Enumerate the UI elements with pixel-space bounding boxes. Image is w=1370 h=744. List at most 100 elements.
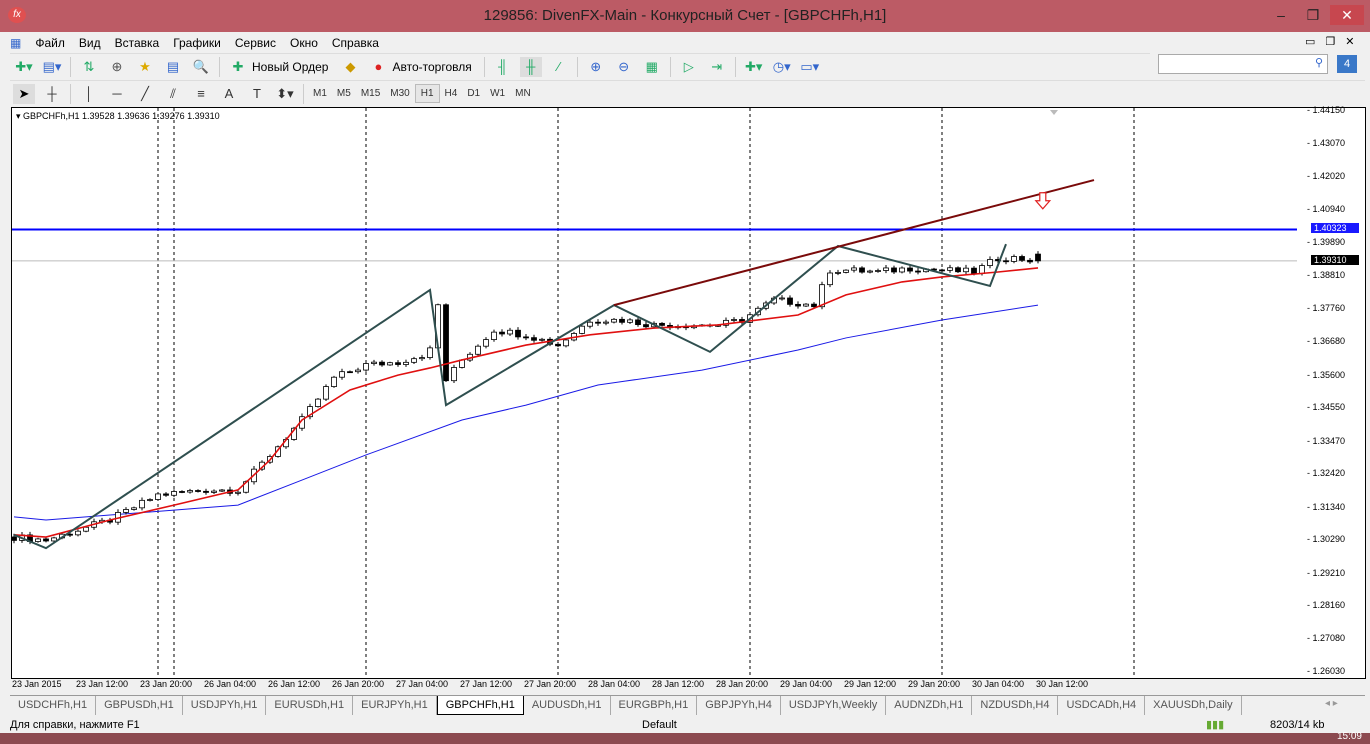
candle-body: [331, 376, 337, 387]
collapse-icon[interactable]: ▾: [16, 111, 23, 121]
candle-body: [523, 336, 529, 339]
candle-body: [419, 357, 425, 360]
chart-shift-marker-icon: [1050, 110, 1058, 115]
chart-tab[interactable]: GBPUSDh,H1: [96, 696, 183, 715]
chart-tab[interactable]: AUDNZDh,H1: [886, 696, 973, 715]
tab-scroll-arrows[interactable]: ◂ ▸: [1325, 698, 1338, 709]
candle-body: [323, 386, 329, 400]
chart-tab[interactable]: USDCADh,H4: [1058, 696, 1146, 715]
candle-body: [595, 321, 601, 324]
candle-body: [395, 362, 401, 365]
candle-body: [811, 303, 817, 308]
candle-body: [979, 265, 985, 274]
time-tick-label: 27 Jan 20:00: [524, 679, 577, 689]
candle-body: [539, 338, 545, 341]
candle-body: [891, 267, 897, 273]
time-tick-label: 28 Jan 20:00: [716, 679, 769, 689]
candle-body: [963, 267, 969, 273]
price-tick-label: - 1.34550: [1307, 402, 1346, 413]
candle-body: [787, 297, 793, 305]
price-tick-label: - 1.42020: [1307, 170, 1346, 181]
candle-body: [563, 339, 569, 347]
chart-tab[interactable]: USDJPYh,H1: [183, 696, 267, 715]
candle-body: [179, 491, 185, 493]
candle-body: [83, 526, 89, 532]
time-tick-label: 27 Jan 12:00: [460, 679, 513, 689]
price-tick-label: - 1.36680: [1307, 336, 1346, 347]
chart-tab[interactable]: USDJPYh,Weekly: [781, 696, 887, 715]
candle-body: [139, 499, 145, 509]
chart-tab[interactable]: EURGBPh,H1: [611, 696, 698, 715]
price-tick-label: - 1.33470: [1307, 435, 1346, 446]
candle-body: [915, 270, 921, 273]
candle-body: [619, 318, 625, 323]
taskbar: 15:09: [0, 731, 1370, 744]
price-tick-label: - 1.38810: [1307, 270, 1346, 281]
candle-body: [1035, 253, 1041, 262]
time-tick-label: 26 Jan 12:00: [268, 679, 321, 689]
price-tick-label: - 1.35600: [1307, 369, 1346, 380]
hline-price-label: 1.40323: [1311, 223, 1359, 234]
status-bar: Для справки, нажмите F1 Default ▮▮▮ 8203…: [10, 717, 1365, 733]
time-axis[interactable]: 23 Jan 2015 23 Jan 12:00 23 Jan 20:00 26 Ja…: [11, 679, 1301, 693]
candle-body: [859, 267, 865, 273]
price-tick-label: - 1.26030: [1307, 665, 1346, 676]
candle-body: [507, 329, 513, 335]
candle-body: [43, 538, 49, 542]
candle-body: [11, 536, 17, 541]
price-tick-label: - 1.40940: [1307, 204, 1346, 215]
ma-fast-line: [13, 267, 1039, 538]
candle-body: [363, 363, 369, 371]
time-tick-label: 23 Jan 12:00: [76, 679, 129, 689]
chart-tab[interactable]: EURJPYh,H1: [353, 696, 437, 715]
candle-body: [499, 331, 505, 335]
chart-tab[interactable]: XAUUSDh,Daily: [1145, 696, 1242, 715]
candle-body: [1019, 256, 1025, 261]
candle-body: [635, 319, 641, 326]
status-help: Для справки, нажмите F1: [10, 719, 140, 731]
clock: 15:09: [1336, 731, 1362, 742]
candle-body: [947, 267, 953, 271]
candle-body: [1027, 259, 1033, 263]
candle-body: [851, 267, 857, 271]
candle-body: [939, 269, 945, 272]
zigzag-line: [13, 243, 1007, 550]
trendline: [613, 179, 1095, 307]
candle-body: [203, 490, 209, 493]
time-tick-label: 23 Jan 20:00: [140, 679, 193, 689]
price-tick-label: - 1.32420: [1307, 468, 1346, 479]
candle-body: [355, 369, 361, 373]
candle-body: [347, 371, 353, 374]
candle-body: [163, 493, 169, 496]
price-axis[interactable]: - 1.44150 - 1.43070 - 1.42020 - 1.40940 - 1.…: [1297, 105, 1365, 679]
candle-body: [611, 318, 617, 323]
connection-icon: ▮▮▮: [1206, 719, 1225, 731]
candle-body: [555, 343, 561, 347]
candle-body: [475, 345, 481, 355]
candle-body: [443, 304, 449, 382]
chart-tab[interactable]: GBPCHFh,H1: [436, 696, 524, 715]
candle-body: [451, 367, 457, 382]
price-tick-label: - 1.28160: [1307, 600, 1346, 611]
candle-body: [459, 359, 465, 368]
candle-body: [403, 361, 409, 365]
time-tick-label: 29 Jan 20:00: [908, 679, 961, 689]
candle-body: [803, 303, 809, 307]
candle-body: [955, 267, 961, 273]
candle-body: [659, 322, 665, 326]
candle-body: [867, 270, 873, 273]
chart-tab[interactable]: NZDUSDh,H4: [972, 696, 1059, 715]
chart-tab[interactable]: GBPJPYh,H4: [697, 696, 781, 715]
candle-body: [579, 325, 585, 334]
candle-body: [883, 267, 889, 271]
chart-tab[interactable]: EURUSDh,H1: [266, 696, 354, 715]
chart-tab[interactable]: USDCHFh,H1: [10, 696, 97, 715]
price-tick-label: - 1.30290: [1307, 534, 1346, 545]
candle-body: [491, 331, 497, 341]
candle-body: [843, 269, 849, 273]
candle-body: [603, 321, 609, 324]
candle-body: [515, 329, 521, 338]
candle-body: [123, 509, 129, 513]
candle-body: [731, 319, 737, 321]
chart-tab[interactable]: AUDUSDh,H1: [524, 696, 611, 715]
